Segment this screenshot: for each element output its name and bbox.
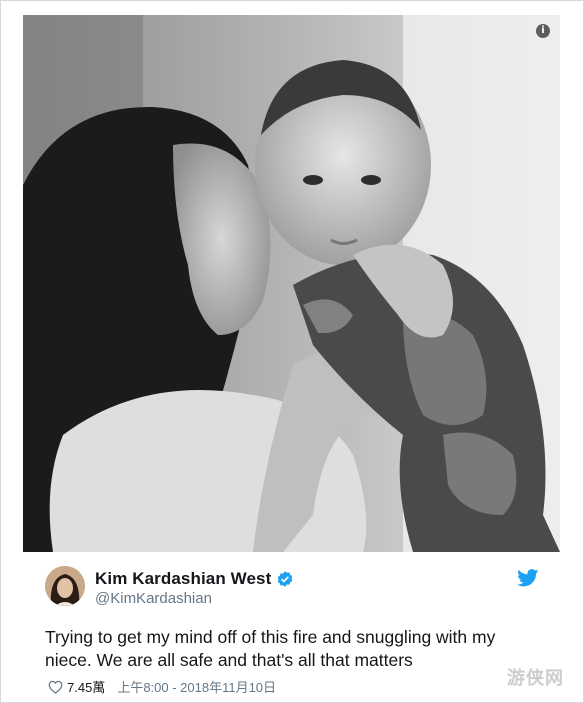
tweet-text: Trying to get my mind off of this fire a… (45, 627, 496, 670)
avatar[interactable] (45, 566, 85, 606)
heart-icon[interactable] (48, 680, 63, 694)
author-name-row: Kim Kardashian West (95, 569, 294, 589)
like-count[interactable]: 7.45萬 (67, 677, 105, 696)
photo-image (23, 15, 560, 552)
watermark-logo: 游侠网 (507, 664, 573, 692)
tweet-header: Kim Kardashian West @KimKardashian (45, 566, 545, 608)
info-icon[interactable]: i (536, 24, 550, 38)
watermark-text: 游侠网 (507, 668, 564, 689)
verified-badge-icon (278, 571, 293, 587)
twitter-bird-icon[interactable] (517, 569, 539, 587)
tweet-timestamp[interactable]: 上午8:00 - 2018年11月10日 (117, 677, 276, 696)
tweet-meta: 7.45萬 上午8:00 - 2018年11月10日 (48, 677, 276, 696)
author-handle[interactable]: @KimKardashian (95, 590, 212, 607)
tweet-photo[interactable]: i (23, 15, 560, 552)
author-name[interactable]: Kim Kardashian West (95, 569, 271, 589)
tweet-card: i Kim Kardashian West @KimKardashian Try… (0, 0, 584, 703)
